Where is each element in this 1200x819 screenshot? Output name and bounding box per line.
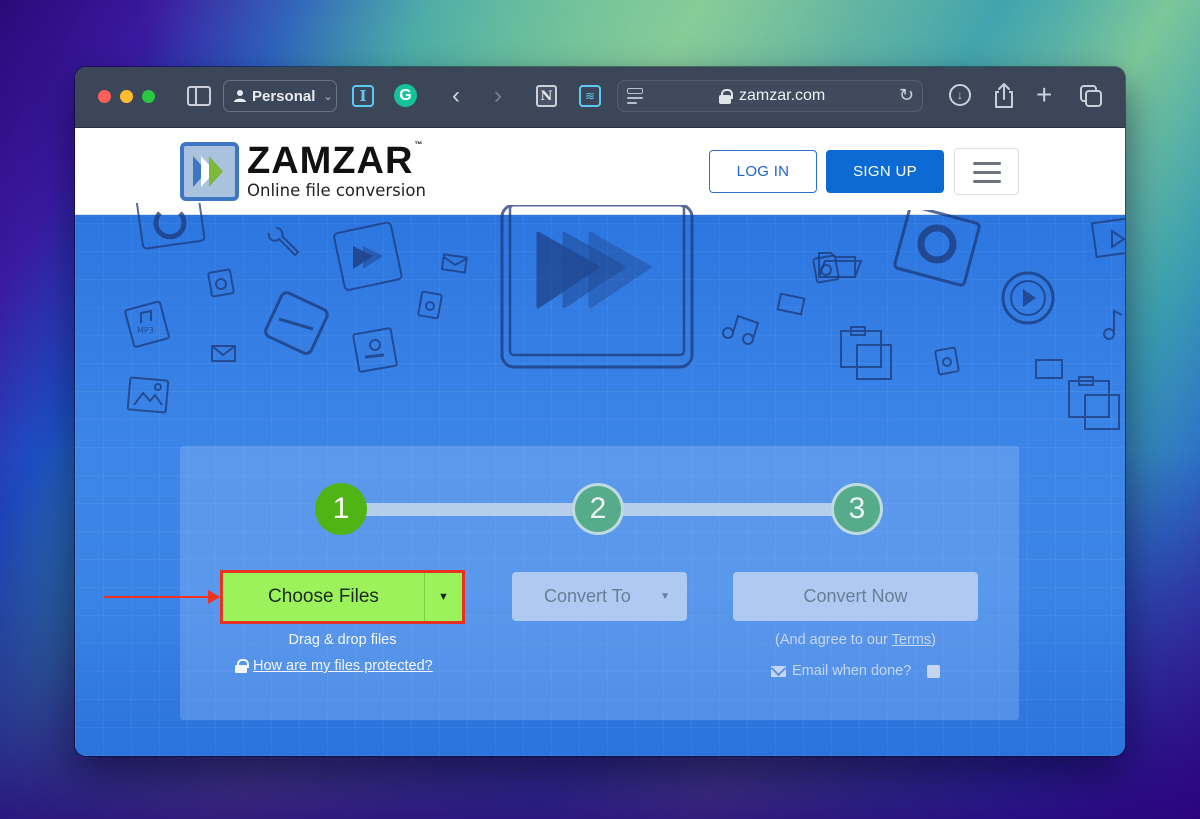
notion-extension-icon[interactable]: N xyxy=(536,85,557,107)
folder-doodle-icon xyxy=(815,245,865,281)
media-doodle-icon xyxy=(333,221,405,293)
music-note-doodle-icon xyxy=(720,311,766,347)
browser-toolbar: Personal ⌄ I G ‹ › N ≋ zamzar.com ↻ ↓ + xyxy=(75,67,1125,128)
minimize-window-button[interactable] xyxy=(120,90,133,103)
lock-icon xyxy=(719,89,733,104)
terms-suffix: ) xyxy=(931,632,936,648)
zoom-window-button[interactable] xyxy=(142,90,155,103)
mail-doodle-icon xyxy=(210,343,238,365)
file-protection-info: How are my files protected? xyxy=(235,658,433,674)
stack-extension-icon[interactable]: ≋ xyxy=(579,85,601,107)
instapaper-extension-icon[interactable]: I xyxy=(352,85,374,107)
choose-files-button[interactable]: Choose Files xyxy=(223,573,424,621)
sidebar-toggle-icon[interactable] xyxy=(187,86,211,106)
close-window-button[interactable] xyxy=(98,90,111,103)
menu-line xyxy=(973,162,1001,165)
chevron-down-icon: ⌄ xyxy=(323,90,333,103)
browser-window: Personal ⌄ I G ‹ › N ≋ zamzar.com ↻ ↓ + xyxy=(75,67,1125,756)
address-text[interactable]: zamzar.com xyxy=(739,87,825,105)
image-doodle-icon xyxy=(125,375,171,415)
music-note-doodle-icon xyxy=(1100,307,1125,343)
file-doodle-icon xyxy=(932,345,962,377)
drag-drop-hint: Drag & drop files xyxy=(288,632,397,648)
convert-now-button[interactable]: Convert Now xyxy=(733,572,978,621)
back-button[interactable]: ‹ xyxy=(452,82,460,110)
step-2-indicator: 2 xyxy=(572,483,624,535)
caret-down-icon: ▼ xyxy=(660,591,670,602)
envelope-icon xyxy=(771,665,786,677)
email-when-done-checkbox[interactable] xyxy=(927,664,941,678)
reload-icon[interactable]: ↻ xyxy=(899,85,914,106)
logo-wordmark-text: ZAMZAR xyxy=(247,140,414,182)
terms-link[interactable]: Terms xyxy=(892,632,931,648)
person-icon xyxy=(234,90,246,102)
tab-overview-icon[interactable] xyxy=(1079,84,1103,108)
fast-forward-tablet-doodle-icon xyxy=(498,205,698,377)
hero-section: MP3 1 2 3 Choose Files ▼ Drag & drop fil… xyxy=(75,203,1125,756)
site-header: ZAMZAR™ Online file conversion LOG IN SI… xyxy=(75,128,1125,215)
zamzar-logo-icon[interactable] xyxy=(180,142,239,201)
menu-line xyxy=(973,171,1001,174)
clipboard-doodle-icon xyxy=(837,323,897,383)
signup-button[interactable]: SIGN UP xyxy=(826,150,944,193)
contact-doodle-icon xyxy=(350,325,400,375)
email-when-done-label: Email when done? xyxy=(792,663,912,679)
address-bar[interactable]: zamzar.com ↻ xyxy=(617,80,923,112)
clipboard-doodle-icon xyxy=(1065,373,1125,433)
file-protection-link[interactable]: How are my files protected? xyxy=(253,658,433,674)
login-button[interactable]: LOG IN xyxy=(709,150,817,193)
caret-down-icon: ▼ xyxy=(438,591,449,603)
profile-label: Personal xyxy=(252,87,316,105)
new-tab-icon[interactable]: + xyxy=(1036,79,1052,111)
convert-to-label: Convert To xyxy=(544,586,631,606)
terms-agreement: (And agree to our Terms) xyxy=(733,632,978,648)
file-doodle-icon xyxy=(415,289,445,321)
step-3-indicator: 3 xyxy=(831,483,883,535)
lock-icon xyxy=(235,659,249,673)
refresh-doodle-icon xyxy=(893,210,983,290)
annotation-arrow xyxy=(104,590,220,604)
email-when-done-option: Email when done? xyxy=(771,663,941,679)
mail-doodle-icon xyxy=(441,253,469,275)
folder-doodle-icon xyxy=(1033,355,1065,381)
film-doodle-icon xyxy=(261,289,331,359)
refresh-doodle-icon xyxy=(135,203,210,253)
step-1-indicator: 1 xyxy=(315,483,367,535)
mp3-file-doodle-icon: MP3 xyxy=(123,299,173,349)
forward-button[interactable]: › xyxy=(494,82,502,110)
profile-switcher[interactable]: Personal ⌄ xyxy=(223,80,337,112)
reader-mode-icon[interactable] xyxy=(627,88,643,104)
logo-tagline: Online file conversion xyxy=(247,181,426,200)
grammarly-extension-icon[interactable]: G xyxy=(394,84,417,107)
terms-prefix: (And agree to our xyxy=(775,632,892,648)
hamburger-menu-button[interactable] xyxy=(954,148,1019,195)
converter-panel: 1 2 3 Choose Files ▼ Drag & drop files H… xyxy=(180,446,1019,720)
choose-files-dropdown-button[interactable]: ▼ xyxy=(424,573,462,621)
downloads-icon[interactable]: ↓ xyxy=(949,84,971,106)
logo-wordmark[interactable]: ZAMZAR™ xyxy=(247,140,423,183)
play-button-doodle-icon xyxy=(1000,270,1056,326)
choose-files-control: Choose Files ▼ xyxy=(220,570,465,624)
file-doodle-icon xyxy=(205,267,237,299)
share-icon[interactable] xyxy=(993,81,1015,109)
wrench-doodle-icon xyxy=(265,227,301,261)
trademark-symbol: ™ xyxy=(414,140,424,150)
svg-text:MP3: MP3 xyxy=(137,326,154,335)
video-doodle-icon xyxy=(1090,215,1125,259)
menu-line xyxy=(973,180,1001,183)
folder-doodle-icon xyxy=(775,288,809,318)
convert-to-dropdown[interactable]: Convert To ▼ xyxy=(512,572,687,621)
